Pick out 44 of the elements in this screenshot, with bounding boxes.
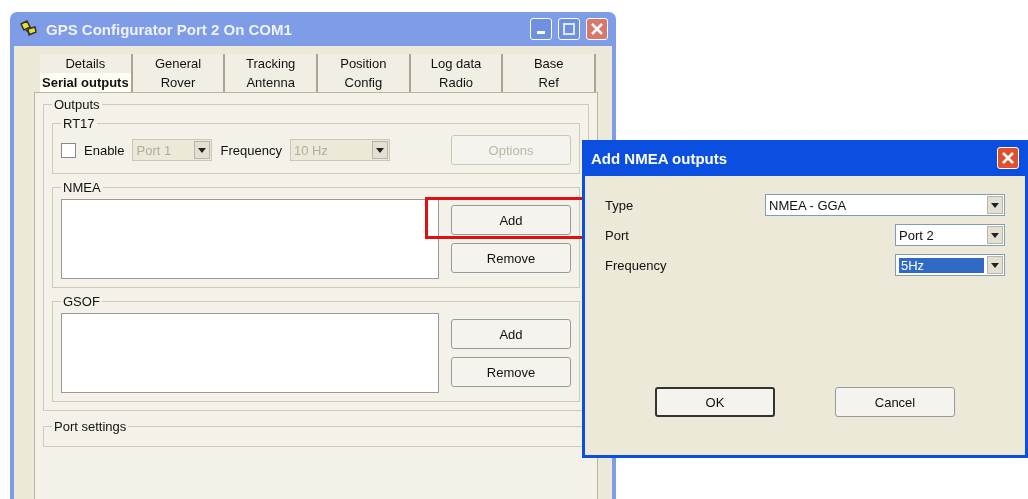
dropdown[interactable]: Port 2	[895, 224, 1005, 246]
tab[interactable]: Config	[318, 73, 411, 92]
remove-button[interactable]: Remove	[451, 357, 571, 387]
maximize-button[interactable]	[558, 18, 580, 40]
tab[interactable]: General	[132, 54, 226, 73]
field-label: Type	[605, 197, 634, 213]
tab[interactable]: Radio	[410, 73, 504, 92]
dialog-title: Add NMEA outputs	[591, 149, 729, 167]
maximize-icon	[563, 23, 575, 35]
add-button[interactable]: Add	[451, 319, 571, 349]
close-button[interactable]	[586, 18, 608, 40]
dropdown[interactable]: 5Hz	[895, 254, 1005, 276]
minimize-icon	[537, 30, 545, 34]
minimize-button[interactable]	[530, 18, 552, 40]
group-label: GSOF	[62, 294, 101, 309]
close-icon	[1002, 152, 1014, 164]
window-title: GPS Configurator Port 2 On COM1	[46, 20, 293, 38]
field-label: Port	[605, 227, 629, 243]
tab[interactable]: Tracking	[225, 54, 318, 73]
list-box[interactable]	[61, 313, 439, 393]
list-box[interactable]	[61, 199, 439, 279]
enable-checkbox[interactable]	[61, 142, 76, 158]
remove-button[interactable]: Remove	[451, 243, 571, 273]
add-button[interactable]: Add	[451, 205, 571, 235]
tab[interactable]: Position	[318, 54, 411, 73]
group-label: Port settings	[53, 419, 128, 434]
tab[interactable]: Ref	[503, 73, 597, 92]
close-icon	[591, 23, 603, 35]
tab[interactable]: Base	[503, 54, 597, 73]
group-label: NMEA	[62, 180, 102, 195]
cancel-button[interactable]: Cancel	[835, 387, 955, 417]
frequency-label: Frequency	[220, 142, 282, 158]
tab[interactable]: Rover	[132, 73, 226, 92]
tab[interactable]: Log data	[410, 54, 504, 73]
checkbox-label: Enable	[84, 142, 125, 158]
ok-button[interactable]: OK	[655, 387, 775, 417]
dropdown[interactable]: NMEA - GGA	[765, 194, 1005, 216]
tab[interactable]: Antenna	[225, 73, 318, 92]
group-label: Outputs	[53, 97, 101, 112]
group-label: RT17	[62, 116, 96, 131]
close-button[interactable]	[997, 147, 1019, 169]
field-label: Frequency	[605, 257, 667, 273]
tab[interactable]: Serial outputs	[40, 73, 133, 92]
tab[interactable]: Details	[40, 54, 133, 73]
